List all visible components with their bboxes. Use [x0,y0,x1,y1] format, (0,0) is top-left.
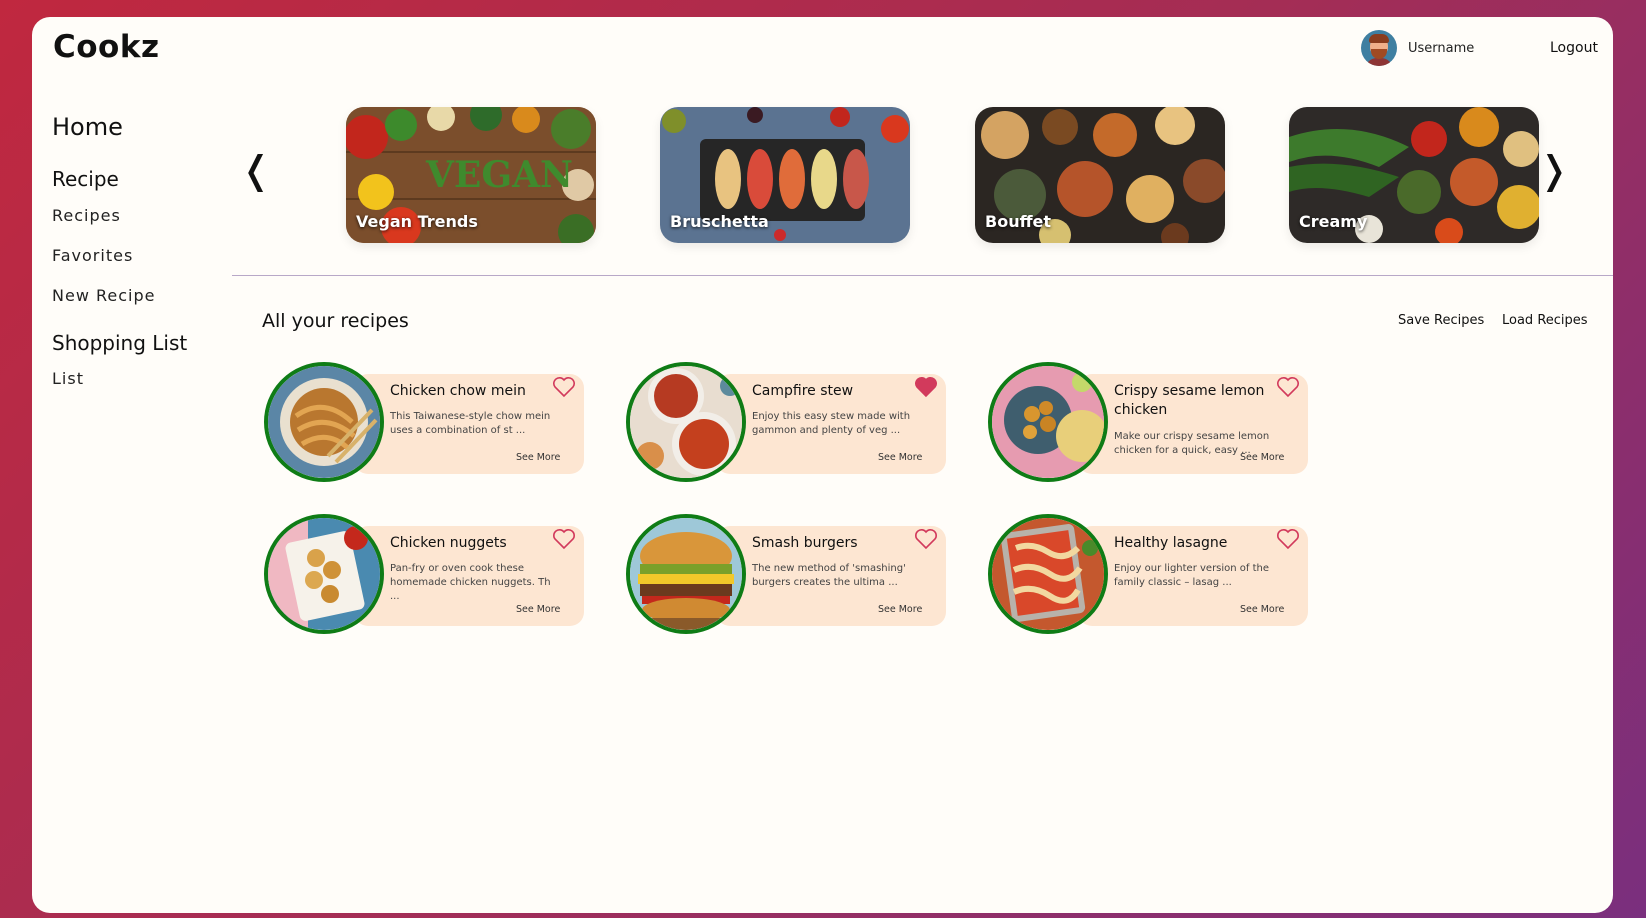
sidebar-heading-shopping-list[interactable]: Shopping List [52,331,187,355]
recipe-card-chicken-nuggets[interactable]: Chicken nuggets Pan-fry or oven cook the… [264,514,584,634]
category-label: Bouffet [985,212,1052,231]
section-divider [232,275,1613,276]
recipe-photo[interactable] [264,362,384,482]
recipe-name: Chicken nuggets [390,535,507,551]
favorite-heart-icon[interactable] [1276,528,1300,550]
sidebar-home[interactable]: Home [52,113,123,141]
favorite-heart-icon[interactable] [914,528,938,550]
favorite-heart-icon[interactable] [1276,376,1300,398]
recipe-card-smash-burgers[interactable]: Smash burgers The new method of 'smashin… [626,514,946,634]
see-more-link[interactable]: See More [516,452,560,463]
sidebar-item-list[interactable]: List [52,369,84,388]
app-window: Cookz Username Logout Home Recipe Recipe… [32,17,1613,913]
see-more-link[interactable]: See More [1240,604,1284,615]
recipe-description: This Taiwanese-style chow mein uses a co… [390,411,551,436]
carousel-next-arrow-icon[interactable]: ❭ [1538,151,1570,189]
see-more-link[interactable]: See More [1240,452,1284,463]
recipe-photo[interactable] [988,362,1108,482]
recipe-description: Enjoy our lighter version of the family … [1114,563,1270,588]
recipe-name: Crispy sesame lemon chicken [1114,383,1265,418]
recipe-name: Campfire stew [752,383,854,399]
see-more-link[interactable]: See More [516,604,560,615]
recipe-description: Enjoy this easy stew made with gammon an… [752,411,911,436]
category-label: Creamy [1299,212,1368,231]
category-card-bouffet[interactable]: Bouffet [975,107,1225,243]
category-label: Vegan Trends [356,212,478,231]
see-more-link[interactable]: See More [878,452,922,463]
recipe-photo[interactable] [626,514,746,634]
category-card-bruschetta[interactable]: Bruschetta [660,107,910,243]
load-recipes-button[interactable]: Load Recipes [1502,313,1588,328]
favorite-heart-icon[interactable] [552,376,576,398]
avatar[interactable] [1361,30,1397,66]
sidebar-item-recipes[interactable]: Recipes [52,206,121,225]
category-card-creamy[interactable]: Creamy [1289,107,1539,243]
recipes-section-title: All your recipes [262,310,409,332]
sidebar-heading-recipe[interactable]: Recipe [52,167,119,191]
recipe-description: The new method of 'smashing' burgers cre… [752,563,906,588]
recipe-description: Pan-fry or oven cook these homemade chic… [390,563,551,602]
favorite-heart-icon[interactable] [914,376,938,398]
recipe-name: Smash burgers [752,535,858,551]
category-label: Bruschetta [670,212,769,231]
recipe-photo[interactable] [626,362,746,482]
recipe-name: Chicken chow mein [390,383,526,399]
recipe-card-campfire-stew[interactable]: Campfire stew Enjoy this easy stew made … [626,362,946,482]
sidebar-item-new-recipe[interactable]: New Recipe [52,286,155,305]
recipe-photo[interactable] [264,514,384,634]
sidebar-item-favorites[interactable]: Favorites [52,246,133,265]
user-profile[interactable]: Username [1361,30,1474,66]
recipe-card-crispy-sesame-lemon-chicken[interactable]: Crispy sesame lemon chicken Make our cri… [988,362,1308,482]
recipe-card-chicken-chow-mein[interactable]: Chicken chow mein This Taiwanese-style c… [264,362,584,482]
recipe-name: Healthy lasagne [1114,535,1228,551]
save-recipes-button[interactable]: Save Recipes [1398,313,1484,328]
favorite-heart-icon[interactable] [552,528,576,550]
see-more-link[interactable]: See More [878,604,922,615]
logout-button[interactable]: Logout [1550,40,1598,56]
app-logo[interactable]: Cookz [53,29,160,65]
username-label: Username [1408,40,1475,56]
recipe-photo[interactable] [988,514,1108,634]
recipe-card-healthy-lasagne[interactable]: Healthy lasagne Enjoy our lighter versio… [988,514,1308,634]
carousel-prev-arrow-icon[interactable]: ❬ [240,151,272,189]
svg-text:VEGAN: VEGAN [425,154,573,196]
category-card-vegan-trends[interactable]: VEGAN Vegan Trends [346,107,596,243]
